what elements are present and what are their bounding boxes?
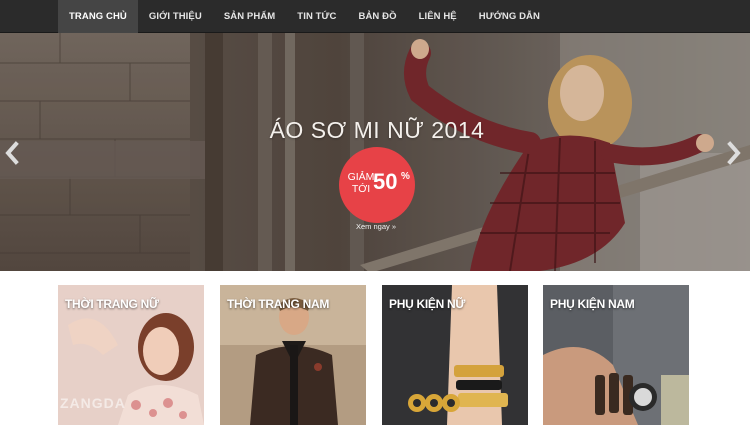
nav-item-products[interactable]: SẢN PHẨM — [213, 0, 286, 33]
watermark-text: ZANGDA — [60, 395, 126, 411]
chevron-left-icon — [5, 141, 19, 165]
category-womens-accessories[interactable]: PHỤ KIỆN NỮ — [382, 285, 528, 425]
discount-label: GIẢM TỚI — [347, 171, 375, 195]
discount-number: 50 — [373, 169, 398, 194]
view-now-link[interactable]: Xem ngay » — [356, 222, 396, 231]
hero-slider: ÁO SƠ MI NỮ 2014 GIẢM TỚI 50 % Xem ngay … — [0, 33, 750, 271]
chevron-right-icon — [727, 141, 741, 165]
nav-item-contact[interactable]: LIÊN HỆ — [408, 0, 468, 33]
nav-item-news[interactable]: TIN TỨC — [286, 0, 347, 33]
nav-menu: TRANG CHỦ GIỚI THIỆU SẢN PHẨM TIN TỨC BẢ… — [58, 0, 750, 33]
category-label: PHỤ KIỆN NỮ — [389, 297, 465, 311]
category-womens-fashion[interactable]: THỜI TRANG NỮ ZANGDA — [58, 285, 204, 425]
category-label: THỜI TRANG NỮ — [65, 297, 159, 311]
nav-item-map[interactable]: BẢN ĐỒ — [347, 0, 407, 33]
nav-item-guide[interactable]: HƯỚNG DẪN — [468, 0, 551, 33]
category-mens-accessories[interactable]: PHỤ KIỆN NAM — [543, 285, 689, 425]
discount-badge: GIẢM TỚI 50 % — [339, 147, 415, 223]
category-label: THỜI TRANG NAM — [227, 297, 330, 311]
nav-item-home[interactable]: TRANG CHỦ — [58, 0, 138, 33]
hero-title: ÁO SƠ MI NỮ 2014 — [269, 117, 485, 143]
category-mens-fashion[interactable]: THỜI TRANG NAM — [220, 285, 366, 425]
discount-percent: % — [401, 171, 410, 182]
category-label: PHỤ KIỆN NAM — [550, 297, 635, 311]
slider-prev-button[interactable] — [4, 141, 24, 169]
top-navigation: TRANG CHỦ GIỚI THIỆU SẢN PHẨM TIN TỨC BẢ… — [0, 0, 750, 33]
nav-item-about[interactable]: GIỚI THIỆU — [138, 0, 213, 33]
slider-next-button[interactable] — [726, 141, 746, 169]
